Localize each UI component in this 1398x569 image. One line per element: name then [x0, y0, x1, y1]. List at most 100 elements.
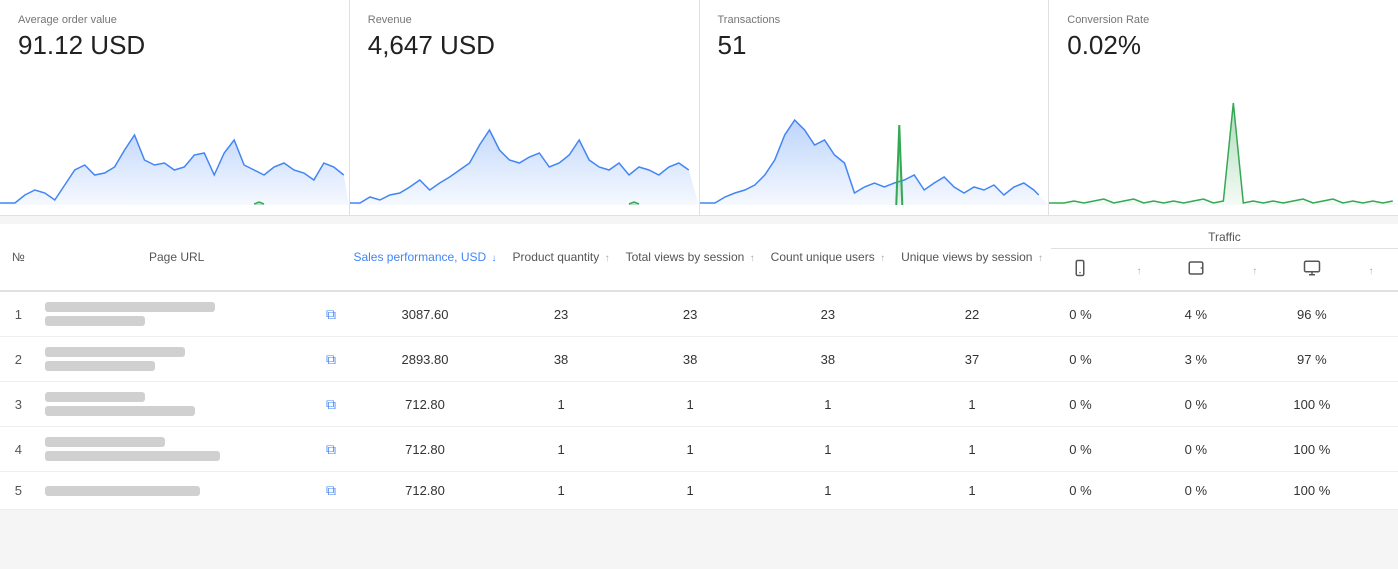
card-conversion-chart — [1049, 75, 1398, 215]
cell-tablet-empty — [1226, 427, 1282, 472]
th-link-empty — [317, 224, 346, 291]
cell-no: 4 — [0, 427, 37, 472]
top-cards-section: Average order value 91.12 USD Revenue 4,… — [0, 0, 1398, 216]
cell-ext-link[interactable]: ⧉ — [317, 291, 346, 337]
cell-no: 3 — [0, 382, 37, 427]
qty-sort-arrow: ↑ — [605, 253, 610, 264]
cell-mobile-traffic: 0 % — [1051, 291, 1110, 337]
external-link-icon[interactable]: ⧉ — [326, 351, 336, 367]
cell-tablet-empty — [1226, 472, 1282, 510]
cell-page-url — [37, 291, 317, 337]
cell-mobile-empty — [1110, 382, 1166, 427]
external-link-icon[interactable]: ⧉ — [326, 306, 336, 322]
table-header-row: № Page URL Sales performance, USD ↓ Prod… — [0, 224, 1398, 249]
cell-page-url — [37, 472, 317, 510]
cell-page-url — [37, 382, 317, 427]
th-total-views[interactable]: Total views by session ↑ — [618, 224, 763, 291]
unique-sort-arrow: ↑ — [880, 253, 885, 264]
card-conversion-value: 0.02% — [1067, 30, 1380, 61]
card-transactions: Transactions 51 — [700, 0, 1050, 215]
table-body: 1⧉3087.60232323220 %4 %96 %2⧉2893.803838… — [0, 291, 1398, 510]
cell-desktop-empty — [1342, 427, 1398, 472]
external-link-icon[interactable]: ⧉ — [326, 441, 336, 457]
cell-desktop-empty — [1342, 291, 1398, 337]
cell-unique-views: 1 — [893, 382, 1051, 427]
table-row: 4⧉712.8011110 %0 %100 % — [0, 427, 1398, 472]
cell-product-quantity: 38 — [505, 337, 618, 382]
cell-ext-link[interactable]: ⧉ — [317, 382, 346, 427]
url-bar-1 — [45, 486, 200, 496]
cell-product-quantity: 1 — [505, 472, 618, 510]
data-table: № Page URL Sales performance, USD ↓ Prod… — [0, 224, 1398, 510]
cell-no: 2 — [0, 337, 37, 382]
card-transactions-value: 51 — [718, 30, 1031, 61]
card-transactions-chart — [700, 75, 1049, 215]
cell-mobile-traffic: 0 % — [1051, 337, 1110, 382]
url-bar-2 — [45, 451, 220, 461]
cell-ext-link[interactable]: ⧉ — [317, 427, 346, 472]
th-tablet-sort[interactable]: ↑ — [1226, 249, 1282, 292]
cell-mobile-traffic: 0 % — [1051, 427, 1110, 472]
url-bar-1 — [45, 437, 165, 447]
cell-total-views: 1 — [618, 427, 763, 472]
card-aov: Average order value 91.12 USD — [0, 0, 350, 215]
unique-views-sort-arrow: ↑ — [1038, 253, 1043, 264]
cell-ext-link[interactable]: ⧉ — [317, 337, 346, 382]
th-sales-performance[interactable]: Sales performance, USD ↓ — [345, 224, 504, 291]
url-bar-1 — [45, 392, 145, 402]
cell-mobile-empty — [1110, 427, 1166, 472]
external-link-icon[interactable]: ⧉ — [326, 482, 336, 498]
cell-tablet-empty — [1226, 382, 1282, 427]
th-mobile-sort[interactable]: ↑ — [1110, 249, 1166, 292]
cell-product-quantity: 1 — [505, 382, 618, 427]
card-transactions-label: Transactions — [718, 14, 1031, 26]
cell-desktop-traffic: 96 % — [1282, 291, 1342, 337]
cell-sales-performance: 712.80 — [345, 427, 504, 472]
cell-total-views: 23 — [618, 291, 763, 337]
cell-unique-views: 1 — [893, 472, 1051, 510]
sales-sort-arrow: ↓ — [492, 253, 497, 264]
card-revenue: Revenue 4,647 USD — [350, 0, 700, 215]
cell-mobile-traffic: 0 % — [1051, 472, 1110, 510]
cell-desktop-empty — [1342, 337, 1398, 382]
card-aov-label: Average order value — [18, 14, 331, 26]
cell-no: 1 — [0, 291, 37, 337]
views-sort-arrow: ↑ — [750, 253, 755, 264]
url-bars — [45, 437, 309, 461]
cell-count-unique: 23 — [763, 291, 893, 337]
th-desktop-sort[interactable]: ↑ — [1342, 249, 1398, 292]
url-bar-2 — [45, 316, 145, 326]
cell-tablet-traffic: 4 % — [1166, 291, 1226, 337]
cell-page-url — [37, 337, 317, 382]
cell-tablet-traffic: 0 % — [1166, 382, 1226, 427]
url-bar-1 — [45, 302, 215, 312]
th-page-url: Page URL — [37, 224, 317, 291]
th-count-unique[interactable]: Count unique users ↑ — [763, 224, 893, 291]
cell-mobile-traffic: 0 % — [1051, 382, 1110, 427]
cell-ext-link[interactable]: ⧉ — [317, 472, 346, 510]
external-link-icon[interactable]: ⧉ — [326, 396, 336, 412]
cell-sales-performance: 2893.80 — [345, 337, 504, 382]
card-aov-value: 91.12 USD — [18, 30, 331, 61]
table-row: 1⧉3087.60232323220 %4 %96 % — [0, 291, 1398, 337]
cell-mobile-empty — [1110, 337, 1166, 382]
url-bars — [45, 392, 309, 416]
cell-page-url — [37, 427, 317, 472]
cell-count-unique: 1 — [763, 427, 893, 472]
table-row: 2⧉2893.80383838370 %3 %97 % — [0, 337, 1398, 382]
cell-sales-performance: 3087.60 — [345, 291, 504, 337]
cell-mobile-empty — [1110, 472, 1166, 510]
cell-desktop-traffic: 97 % — [1282, 337, 1342, 382]
cell-total-views: 1 — [618, 382, 763, 427]
cell-unique-views: 37 — [893, 337, 1051, 382]
cell-desktop-empty — [1342, 382, 1398, 427]
th-unique-views[interactable]: Unique views by session ↑ — [893, 224, 1051, 291]
th-traffic-group: Traffic — [1051, 224, 1398, 249]
cell-tablet-traffic: 0 % — [1166, 427, 1226, 472]
table-row: 5⧉712.8011110 %0 %100 % — [0, 472, 1398, 510]
cell-desktop-traffic: 100 % — [1282, 427, 1342, 472]
th-product-quantity[interactable]: Product quantity ↑ — [505, 224, 618, 291]
cell-tablet-traffic: 3 % — [1166, 337, 1226, 382]
cell-product-quantity: 23 — [505, 291, 618, 337]
url-bars — [45, 302, 309, 326]
